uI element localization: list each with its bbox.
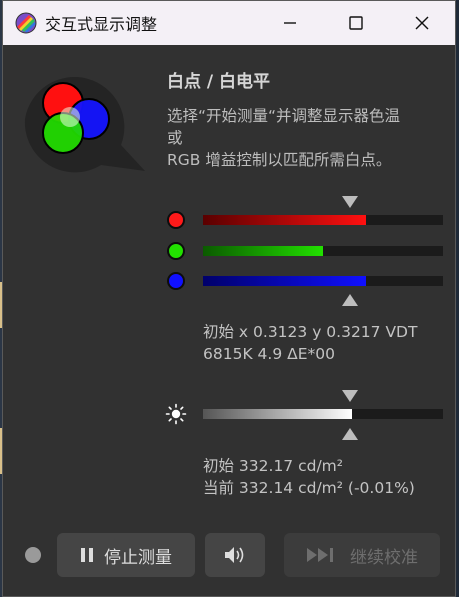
maximize-button[interactable] bbox=[323, 1, 389, 45]
title-bar[interactable]: 交互式显示调整 bbox=[3, 1, 455, 45]
whitepoint-readout: 初始 x 0.3123 y 0.3217 VDT 6815K 4.9 ΔE*00 bbox=[203, 323, 418, 363]
stop-measurement-label: 停止测量 bbox=[104, 547, 172, 568]
continue-calibration-button[interactable]: 继续校准 bbox=[284, 533, 440, 577]
panel-description: 选择“开始测量“并调整显示器色温 或 RGB 增益控制以匹配所需白点。 bbox=[167, 107, 401, 169]
pause-icon bbox=[80, 547, 94, 563]
red-indicator-dot bbox=[167, 211, 185, 229]
luminance-target-marker-top bbox=[342, 390, 358, 402]
luminance-target-marker-bottom bbox=[342, 428, 358, 440]
minimize-icon bbox=[284, 22, 296, 24]
stop-measurement-button[interactable]: 停止测量 bbox=[57, 533, 195, 577]
blue-gain-bar bbox=[203, 276, 443, 286]
window-title: 交互式显示调整 bbox=[45, 15, 158, 34]
green-gain-fill bbox=[203, 246, 323, 256]
green-indicator-dot bbox=[167, 242, 185, 260]
luminance-fill bbox=[203, 409, 352, 419]
luminance-readout: 初始 332.17 cd/m² 当前 332.14 cd/m² (-0.01%) bbox=[203, 457, 415, 497]
sound-toggle-button[interactable] bbox=[205, 533, 265, 577]
red-gain-fill bbox=[203, 215, 367, 225]
brightness-sun-icon bbox=[165, 403, 187, 425]
rgb-target-marker-top bbox=[342, 196, 358, 208]
panel-heading: 白点 / 白电平 bbox=[167, 72, 271, 92]
close-icon bbox=[415, 16, 429, 30]
close-button[interactable] bbox=[389, 1, 455, 45]
red-gain-row bbox=[167, 210, 443, 230]
blue-gain-row bbox=[167, 271, 443, 291]
luminance-bar bbox=[203, 409, 443, 419]
blue-gain-fill bbox=[203, 276, 367, 286]
minimize-button[interactable] bbox=[257, 1, 323, 45]
app-rainbow-icon bbox=[15, 12, 37, 34]
continue-calibration-label: 继续校准 bbox=[350, 547, 418, 568]
maximize-icon bbox=[349, 16, 363, 30]
green-gain-bar bbox=[203, 246, 443, 256]
red-gain-bar bbox=[203, 215, 443, 225]
green-gain-row bbox=[167, 241, 443, 261]
blue-indicator-dot bbox=[167, 272, 185, 290]
rgb-whitepoint-badge-icon bbox=[24, 76, 145, 173]
luminance-row bbox=[165, 403, 443, 425]
measurement-status-indicator bbox=[25, 547, 41, 563]
skip-forward-icon bbox=[306, 547, 340, 563]
interactive-display-adjustment-window: 交互式显示调整 白点 / 白电平 选择“开始测量“并调整显示器色温 或 RGB … bbox=[2, 0, 456, 597]
speaker-icon bbox=[225, 547, 244, 563]
rgb-target-marker-bottom bbox=[342, 294, 358, 306]
